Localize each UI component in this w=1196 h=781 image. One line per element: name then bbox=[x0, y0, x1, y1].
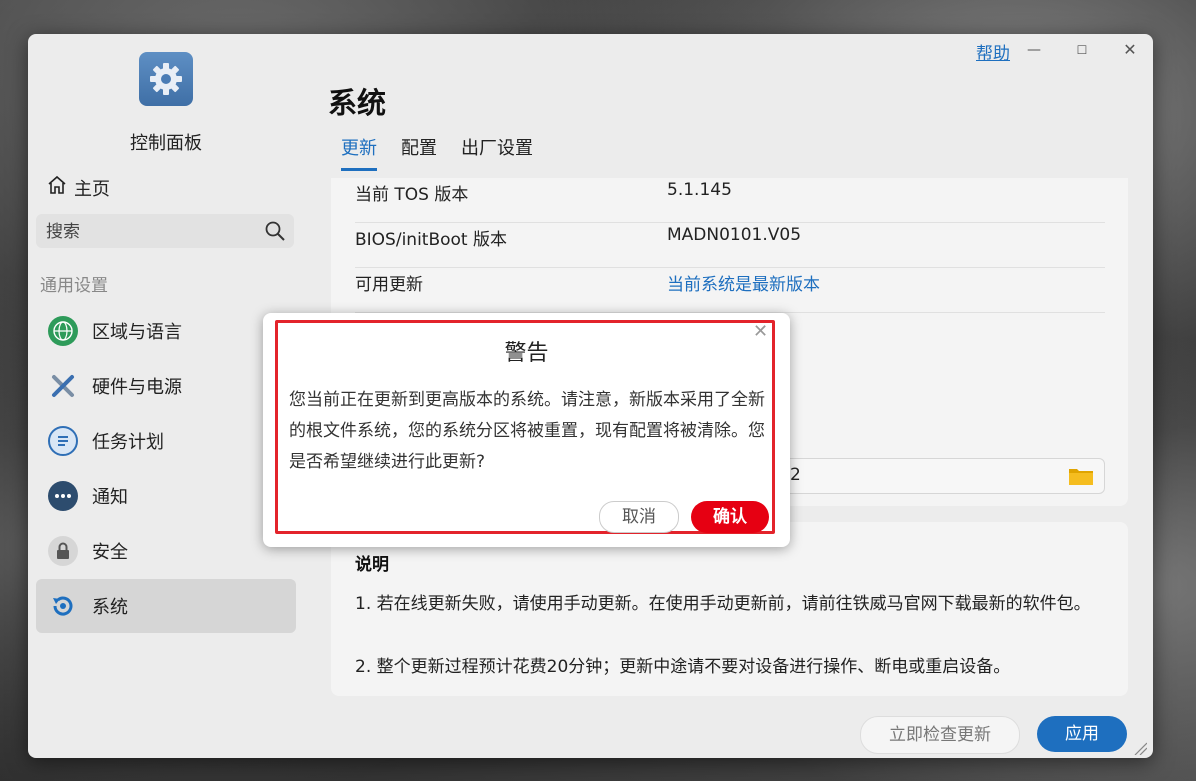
info-label: BIOS/initBoot 版本 bbox=[355, 230, 507, 250]
sidebar-item-label: 通知 bbox=[92, 487, 128, 508]
chat-bubble-icon bbox=[48, 481, 78, 511]
search-icon[interactable] bbox=[264, 220, 286, 246]
cancel-button[interactable]: 取消 bbox=[599, 501, 679, 533]
search-input[interactable] bbox=[44, 214, 263, 250]
info-label: 当前 TOS 版本 bbox=[355, 185, 469, 205]
apply-button[interactable]: 应用 bbox=[1037, 716, 1127, 752]
sidebar-item-system[interactable]: 系统 bbox=[36, 579, 296, 633]
sidebar-item-region-language[interactable]: 区域与语言 bbox=[36, 304, 296, 358]
minimize-icon[interactable]: — bbox=[1022, 38, 1046, 62]
page-title: 系统 bbox=[328, 86, 387, 120]
sidebar-item-label: 区域与语言 bbox=[92, 322, 182, 343]
tab-bar: 更新 配置 出厂设置 bbox=[341, 134, 533, 171]
resize-grip-icon[interactable] bbox=[1133, 740, 1148, 756]
info-value: MADN0101.V05 bbox=[667, 225, 802, 245]
tab-config[interactable]: 配置 bbox=[401, 134, 437, 171]
notes-card: 说明 1. 若在线更新失败，请使用手动更新。在使用手动更新前，请前往铁威马官网下… bbox=[331, 522, 1128, 696]
tab-factory-settings[interactable]: 出厂设置 bbox=[461, 134, 533, 171]
sidebar-item-label: 安全 bbox=[92, 542, 128, 563]
search-box bbox=[36, 214, 294, 250]
update-status-link[interactable]: 当前系统是最新版本 bbox=[667, 270, 820, 295]
note-item: 1. 若在线更新失败，请使用手动更新。在使用手动更新前，请前往铁威马官网下载最新… bbox=[355, 594, 1091, 614]
dialog-title: 警告 bbox=[504, 341, 549, 366]
folder-icon[interactable] bbox=[1068, 466, 1094, 490]
maximize-icon[interactable]: ☐ bbox=[1070, 38, 1094, 62]
system-update-icon bbox=[48, 591, 78, 621]
file-path-field[interactable]: 2 bbox=[771, 458, 1105, 494]
gear-icon bbox=[139, 52, 193, 106]
dialog-message: 您当前正在更新到更高版本的系统。请注意，新版本采用了全新的根文件系统，您的系统分… bbox=[289, 390, 765, 472]
lock-icon bbox=[48, 536, 78, 566]
sidebar-item-label: 任务计划 bbox=[92, 432, 164, 453]
tab-update[interactable]: 更新 bbox=[341, 134, 377, 171]
home-link[interactable]: 主页 bbox=[46, 174, 110, 201]
sidebar-item-task-scheduler[interactable]: 任务计划 bbox=[36, 414, 296, 468]
info-row: 可用更新 当前系统是最新版本 bbox=[355, 268, 1105, 313]
warning-dialog: ✕ 警告 您当前正在更新到更高版本的系统。请注意，新版本采用了全新的根文件系统，… bbox=[263, 313, 790, 547]
info-row: 当前 TOS 版本 5.1.145 bbox=[355, 178, 1105, 223]
check-update-button[interactable]: 立即检查更新 bbox=[860, 716, 1020, 754]
sidebar-item-notifications[interactable]: 通知 bbox=[36, 469, 296, 523]
sidebar-item-hardware-power[interactable]: 硬件与电源 bbox=[36, 359, 296, 413]
task-list-icon bbox=[48, 426, 78, 456]
info-row: BIOS/initBoot 版本 MADN0101.V05 bbox=[355, 223, 1105, 268]
app-title: 控制面板 bbox=[130, 133, 202, 154]
tools-icon bbox=[48, 371, 78, 401]
sidebar-nav: 区域与语言 硬件与电源 任务计划 通知 安全 系统 bbox=[36, 304, 296, 634]
notes-title: 说明 bbox=[355, 555, 389, 575]
info-value: 5.1.145 bbox=[667, 180, 732, 200]
globe-icon bbox=[48, 316, 78, 346]
sidebar-item-label: 系统 bbox=[92, 597, 128, 618]
sidebar-item-label: 硬件与电源 bbox=[92, 377, 182, 398]
help-link[interactable]: 帮助 bbox=[976, 39, 1010, 64]
confirm-button[interactable]: 确认 bbox=[691, 501, 769, 533]
file-path-value: 2 bbox=[790, 465, 801, 485]
home-icon bbox=[46, 174, 68, 201]
close-icon[interactable]: ✕ bbox=[1118, 38, 1142, 62]
sidebar-item-security[interactable]: 安全 bbox=[36, 524, 296, 578]
info-label: 可用更新 bbox=[355, 275, 423, 295]
note-item: 2. 整个更新过程预计花费20分钟；更新中途请不要对设备进行操作、断电或重启设备… bbox=[355, 657, 1011, 677]
section-label: 通用设置 bbox=[40, 276, 108, 296]
home-label: 主页 bbox=[74, 178, 110, 200]
